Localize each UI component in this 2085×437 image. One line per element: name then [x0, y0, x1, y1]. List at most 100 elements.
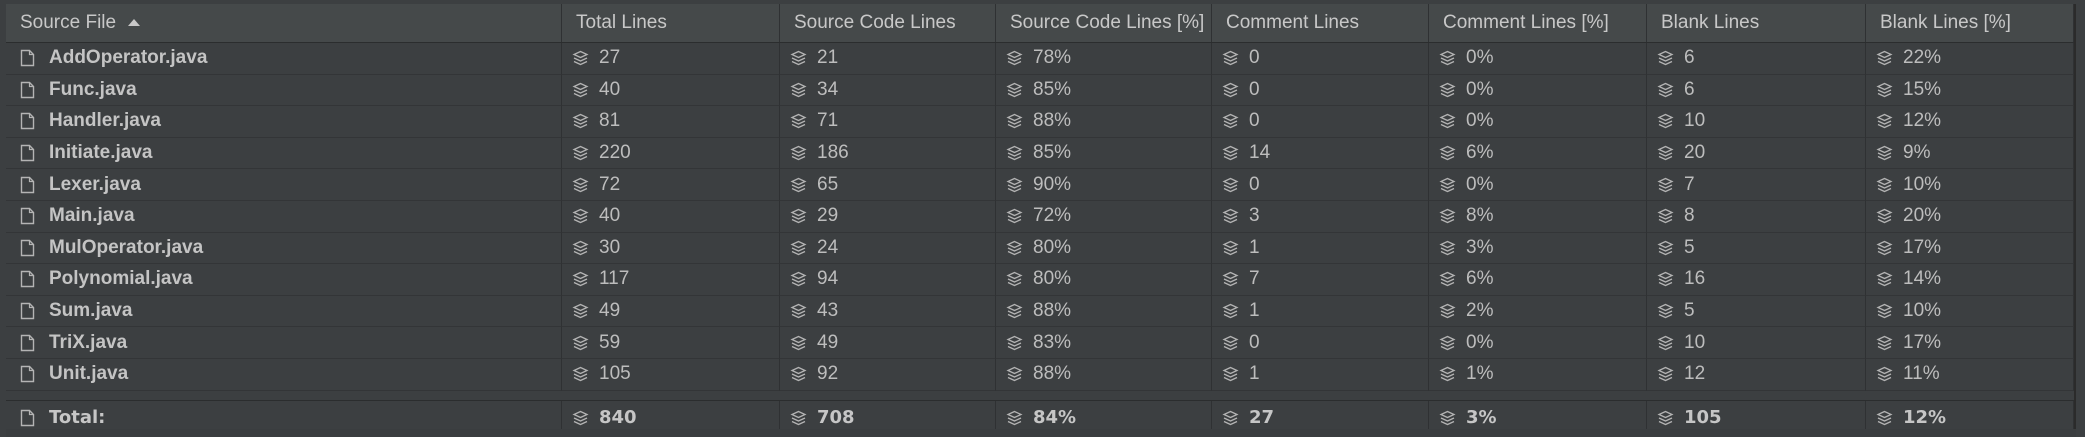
source-code-lines-pct-cell: 88% [996, 358, 1212, 391]
table-row[interactable]: MulOperator.java 30 24 80% 1 3% 5 17% [6, 232, 2074, 265]
table-row[interactable]: Sum.java 49 43 88% 1 2% 5 10% [6, 295, 2074, 328]
stack-icon [1006, 145, 1023, 161]
cell-value: 84% [1033, 407, 1077, 429]
column-header-comment-lines-pct[interactable]: Comment Lines [%] [1429, 4, 1647, 42]
file-name: Main.java [49, 205, 135, 227]
cell-value: 27 [599, 47, 621, 69]
source-code-lines-pct-cell: 80% [996, 264, 1212, 296]
table-row[interactable]: Unit.java 105 92 88% 1 1% 12 11% [6, 358, 2074, 391]
cell-value: 40 [599, 205, 621, 227]
cell-value: 8% [1466, 205, 1494, 227]
column-header-blank-lines[interactable]: Blank Lines [1647, 4, 1866, 42]
cell-value: 6 [1684, 47, 1695, 69]
total-lines-cell: 220 [562, 137, 780, 170]
table-row[interactable]: Initiate.java 220 186 85% 14 6% 20 9% [6, 137, 2074, 170]
blank-lines-cell: 7 [1647, 169, 1866, 201]
stack-icon [1876, 145, 1893, 161]
comment-lines-pct-cell: 2% [1429, 295, 1647, 328]
table-row[interactable]: AddOperator.java 27 21 78% 0 0% 6 22% [6, 43, 2074, 75]
table-row[interactable]: TriX.java 59 49 83% 0 0% 10 17% [6, 327, 2074, 359]
total-lines-cell: 40 [562, 200, 780, 233]
comment-lines-pct-cell: 6% [1429, 137, 1647, 170]
file-icon [20, 334, 35, 351]
stack-icon [790, 367, 807, 382]
total-lines-cell: 27 [562, 43, 780, 75]
blank-lines-pct-cell: 9% [1866, 137, 2074, 170]
blank-lines-pct-cell: 10% [1866, 169, 2074, 201]
horizontal-scrollbar[interactable] [6, 429, 2076, 437]
blank-lines-cell: 10 [1647, 106, 1866, 138]
total-lines-cell: 105 [562, 358, 780, 391]
stack-icon [790, 82, 807, 98]
cell-value: 94 [817, 268, 839, 290]
stack-icon [1876, 303, 1893, 319]
cell-value: 10% [1903, 173, 1942, 195]
cell-value: 0% [1466, 110, 1494, 132]
cell-value: 14 [1249, 142, 1271, 164]
stack-icon [1657, 177, 1674, 192]
stack-icon [1657, 145, 1674, 161]
stack-icon [572, 303, 589, 319]
stack-icon [1006, 410, 1023, 425]
source-code-lines-cell: 21 [780, 43, 996, 75]
column-header-label: Source File [20, 12, 117, 33]
cell-value: 840 [599, 407, 637, 429]
blank-lines-cell: 16 [1647, 264, 1866, 296]
cell-value: 17% [1903, 331, 1942, 353]
file-name-cell: Main.java [6, 200, 562, 233]
cell-value: 43 [817, 300, 839, 322]
blank-lines-pct-cell: 10% [1866, 295, 2074, 328]
column-header-total-lines[interactable]: Total Lines [562, 4, 780, 42]
stack-icon [790, 177, 807, 192]
cell-value: 12% [1903, 407, 1947, 429]
comment-lines-cell: 0 [1212, 169, 1429, 201]
column-header-source-code-lines[interactable]: Source Code Lines [780, 4, 996, 42]
source-code-lines-cell: 92 [780, 358, 996, 391]
cell-value: 88% [1033, 300, 1072, 322]
column-header-label: Source Code Lines [794, 12, 956, 33]
stack-icon [1876, 177, 1893, 192]
stack-icon [1876, 367, 1893, 382]
cell-value: 30 [599, 236, 621, 258]
table-row[interactable]: Lexer.java 72 65 90% 0 0% 7 10% [6, 169, 2074, 201]
column-header-blank-lines-pct[interactable]: Blank Lines [%] [1866, 4, 2074, 42]
table-row[interactable]: Main.java 40 29 72% 3 8% 8 20% [6, 200, 2074, 233]
total-lines-cell: 59 [562, 327, 780, 359]
stack-icon [790, 303, 807, 319]
table-row[interactable]: Handler.java 81 71 88% 0 0% 10 12% [6, 106, 2074, 138]
file-name-cell: MulOperator.java [6, 232, 562, 265]
comment-lines-pct-cell: 0% [1429, 106, 1647, 138]
column-header-source-code-lines-pct[interactable]: Source Code Lines [%] [996, 4, 1212, 42]
total-lines-cell: 72 [562, 169, 780, 201]
column-header-source-file[interactable]: Source File [6, 4, 562, 42]
cell-value: 85% [1033, 142, 1072, 164]
cell-value: 10 [1684, 110, 1706, 132]
stack-icon [1222, 177, 1239, 192]
sort-ascending-icon [128, 18, 141, 26]
stack-icon [1876, 240, 1893, 256]
cell-value: 1% [1466, 363, 1494, 385]
source-code-lines-pct-cell: 80% [996, 232, 1212, 265]
cell-value: 1 [1249, 300, 1260, 322]
cell-value: 40 [599, 78, 621, 100]
comment-lines-cell: 0 [1212, 43, 1429, 75]
column-header-comment-lines[interactable]: Comment Lines [1212, 4, 1429, 42]
stack-icon [1006, 82, 1023, 98]
cell-value: 20 [1684, 142, 1706, 164]
stack-icon [790, 114, 807, 129]
table-row[interactable]: Func.java 40 34 85% 0 0% 6 15% [6, 74, 2074, 107]
file-name-cell: Handler.java [6, 106, 562, 138]
source-code-lines-pct-cell: 83% [996, 327, 1212, 359]
stack-icon [1876, 209, 1893, 224]
file-icon [20, 113, 35, 130]
stack-icon [572, 272, 589, 287]
stack-icon [1439, 82, 1456, 98]
stack-icon [1222, 51, 1239, 66]
table-row[interactable]: Polynomial.java 117 94 80% 7 6% 16 14% [6, 264, 2074, 296]
stack-icon [1657, 410, 1674, 425]
stack-icon [1657, 367, 1674, 382]
stack-icon [1222, 335, 1239, 350]
cell-value: 11% [1903, 363, 1940, 385]
comment-lines-cell: 7 [1212, 264, 1429, 296]
file-name: TriX.java [49, 331, 128, 353]
